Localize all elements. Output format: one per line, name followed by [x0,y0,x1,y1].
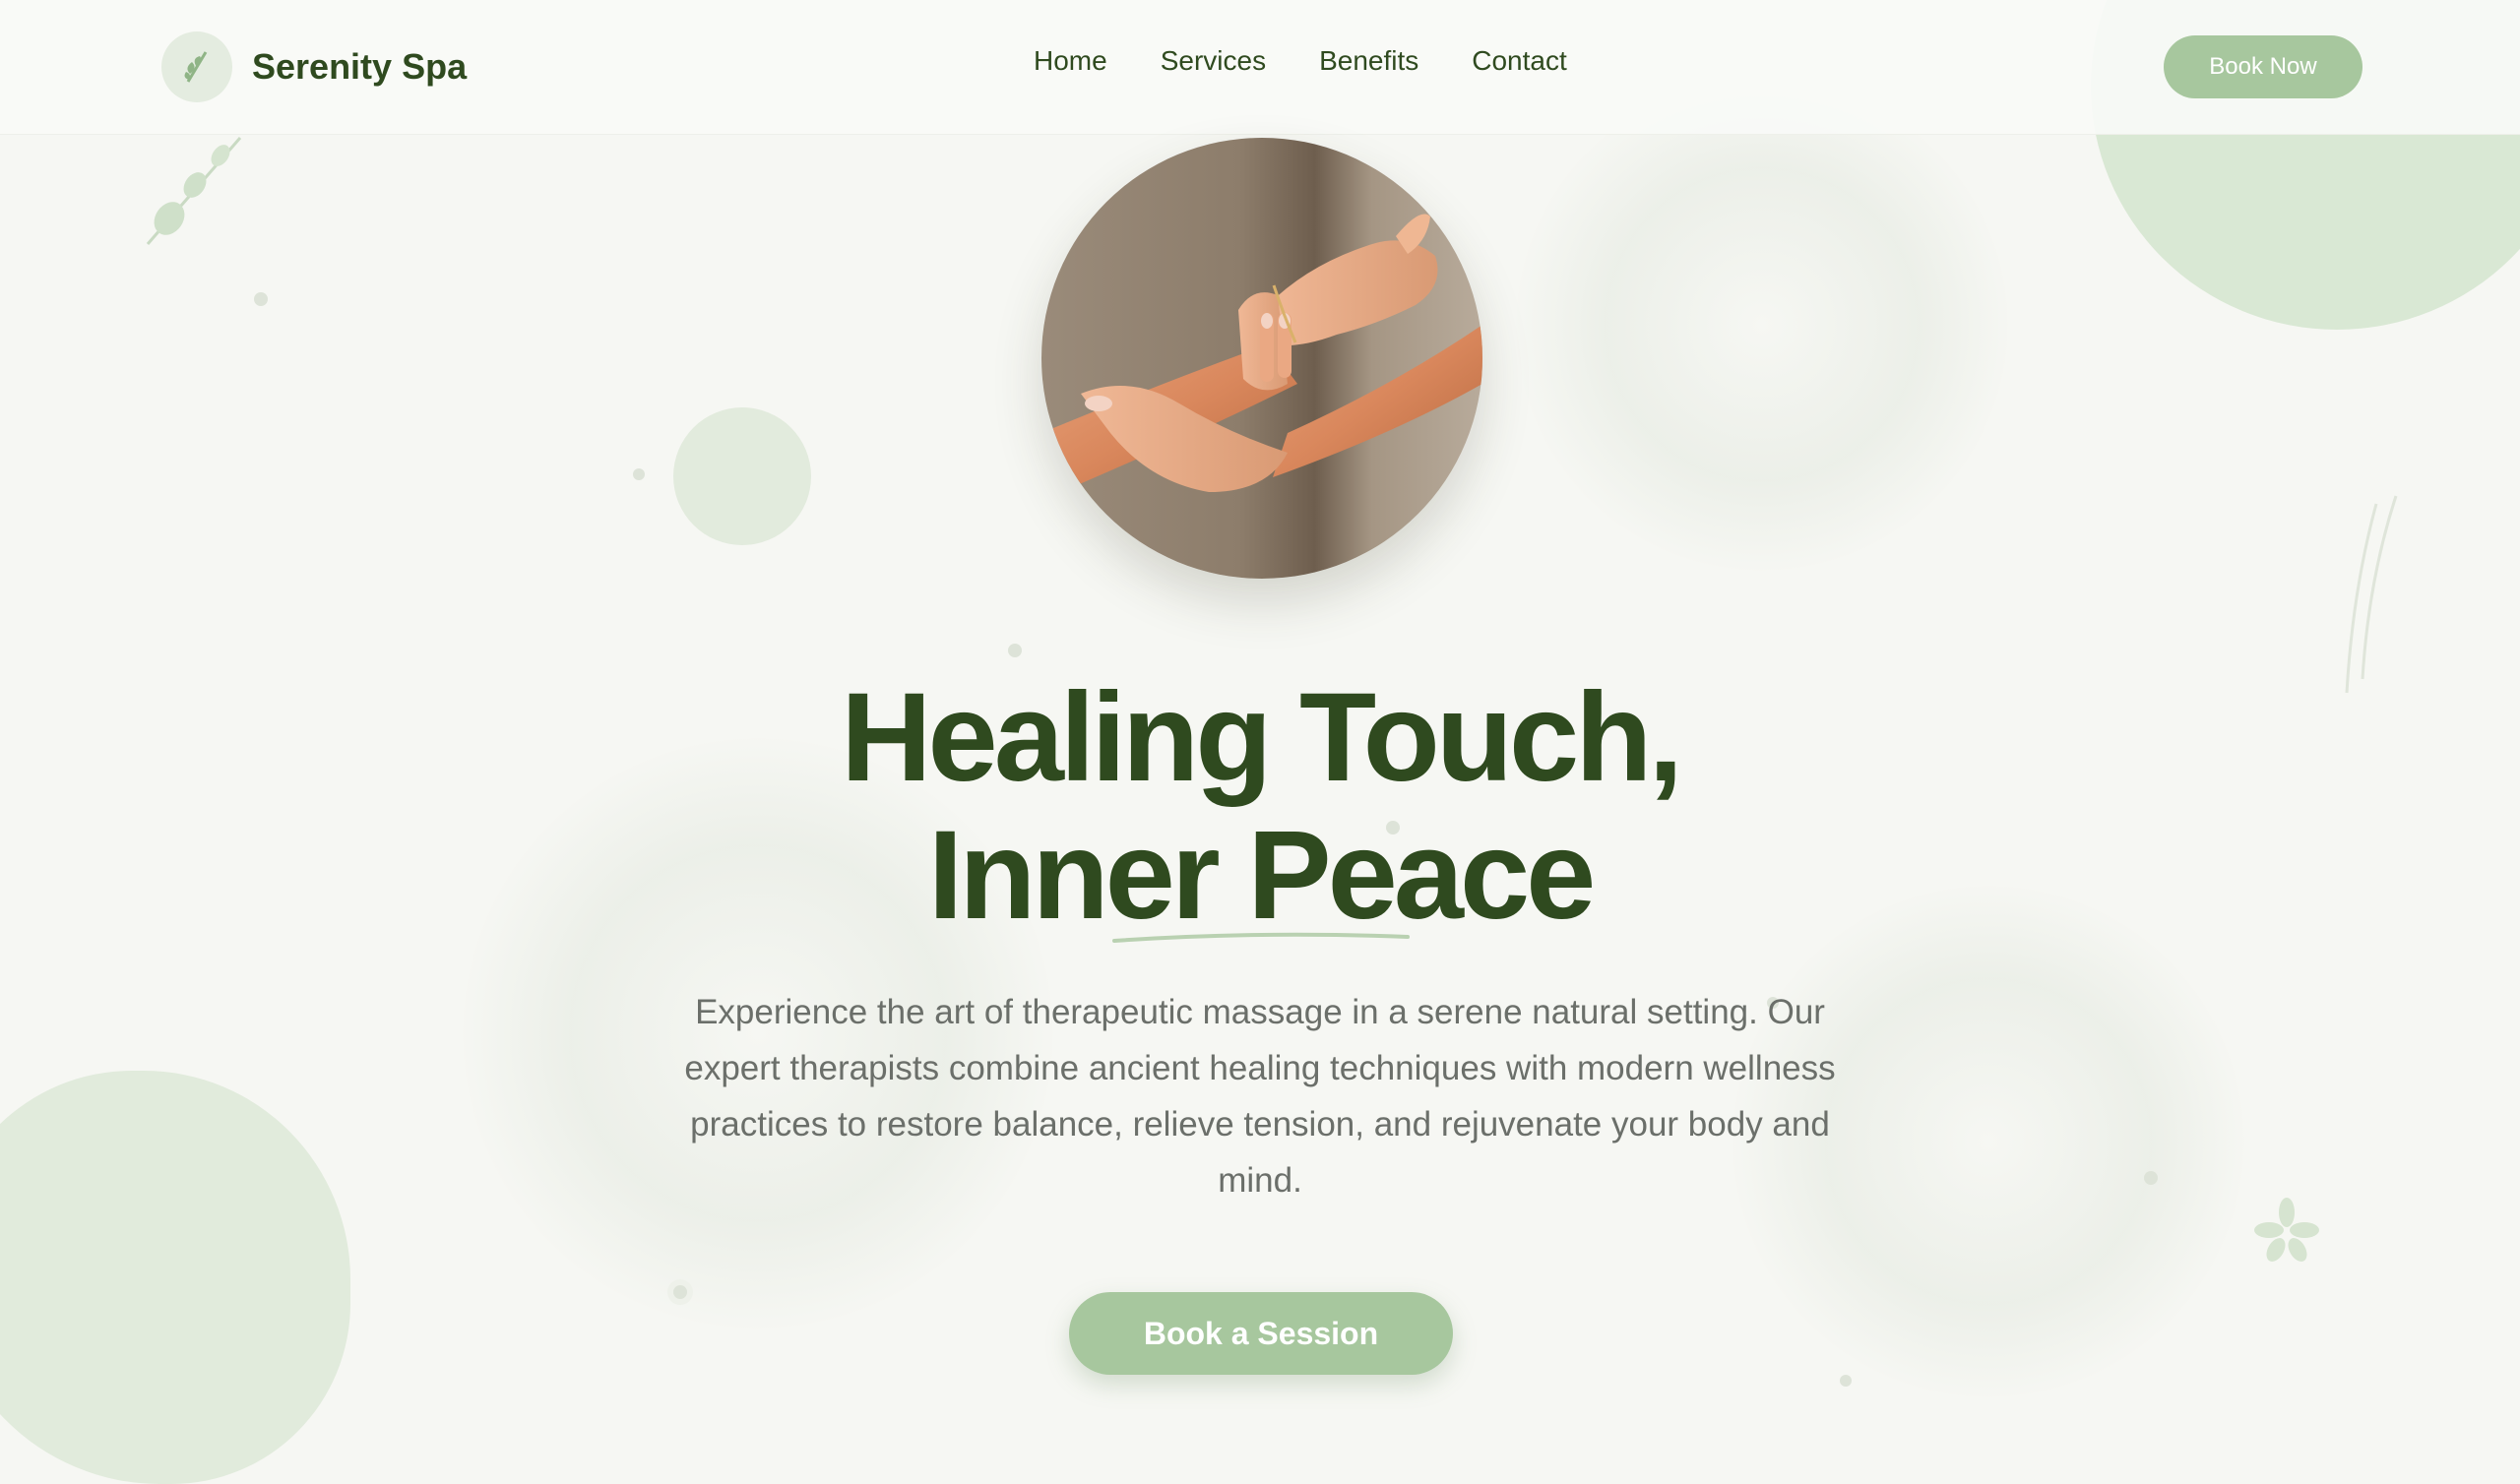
brand-name: Serenity Spa [252,46,468,87]
nav-item-contact[interactable]: Contact [1472,45,1567,77]
hero-image [1041,138,1482,579]
decor-blob [0,1071,350,1484]
book-session-button[interactable]: Book a Session [1069,1292,1453,1375]
book-now-button[interactable]: Book Now [2164,35,2362,98]
decor-dot [2144,1171,2158,1185]
nav-item-services[interactable]: Services [1161,45,1266,77]
site-header: Serenity Spa Home Services Benefits Cont… [0,0,2520,135]
main-nav: Home Services Benefits Contact [1034,45,1567,77]
flower-icon [2254,1198,2319,1262]
brand[interactable]: Serenity Spa [161,31,467,102]
decor-dot [254,292,268,306]
decor-dot [1840,1375,1852,1387]
hero-title: Healing Touch, Inner Peace [571,669,1949,945]
hero-description: Experience the art of therapeutic massag… [684,993,1836,1200]
nav-item-benefits[interactable]: Benefits [1319,45,1418,77]
nav-item-home[interactable]: Home [1034,45,1107,77]
decor-dot [1008,644,1022,657]
title-underline [1112,932,1410,943]
hero-title-line-1: Healing Touch, [841,667,1683,808]
hero-title-line-2: Inner Peace [927,805,1597,946]
leaf-sprig-icon [146,137,242,245]
grass-stroke-icon [2345,495,2398,694]
leaf-icon [161,31,232,102]
decor-circle [673,407,811,545]
decor-dot [633,468,645,480]
decor-dot [673,1285,687,1299]
decor-ring [1516,79,2008,571]
